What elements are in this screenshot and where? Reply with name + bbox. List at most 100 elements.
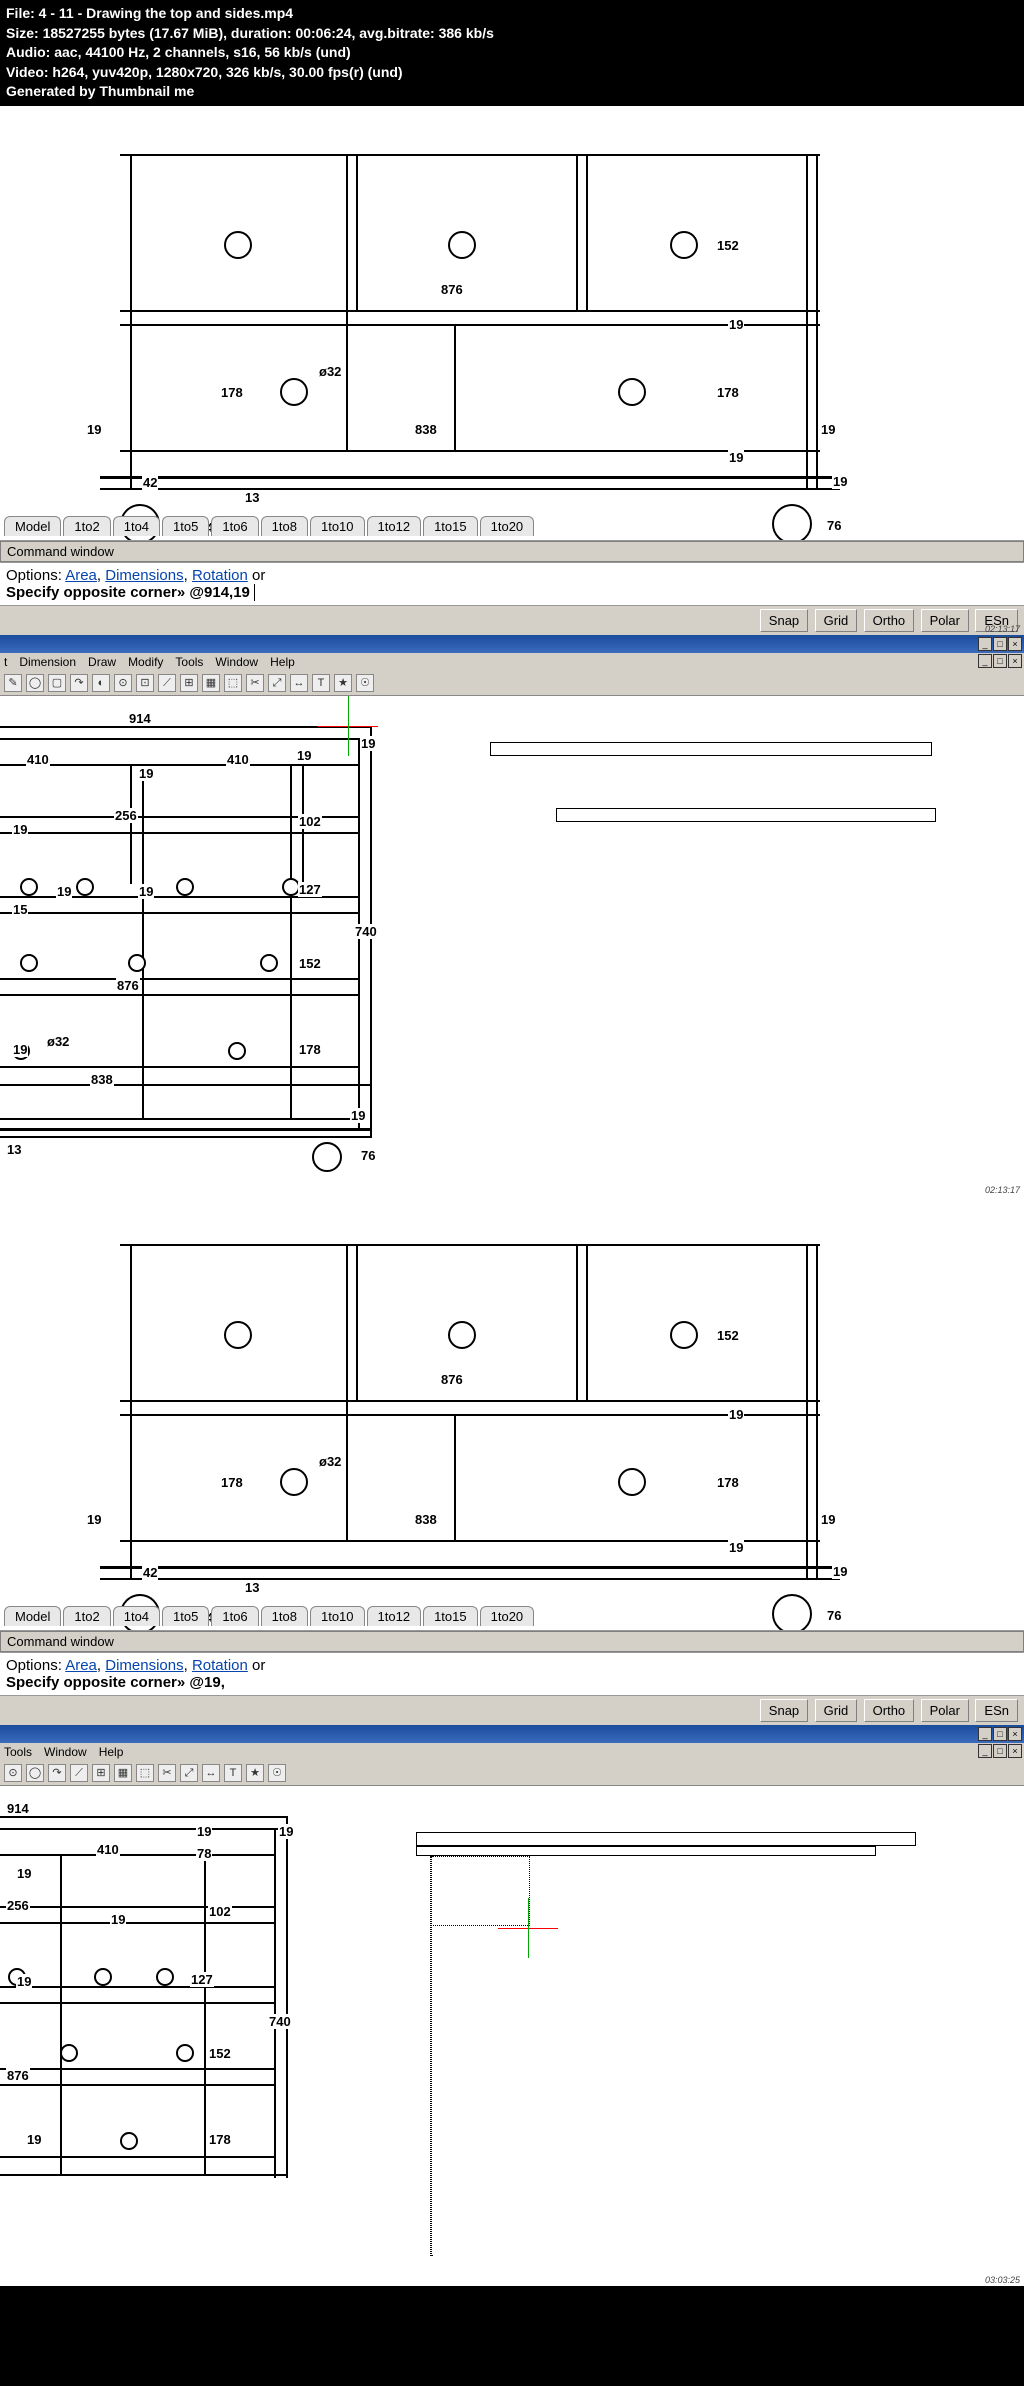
tab-1to6[interactable]: 1to6 [211,1606,258,1626]
tool-icon[interactable]: ⊞ [180,674,198,692]
drawing-canvas-1[interactable]: 152 876 178 178 ø32 838 19 19 19 19 19 4… [0,106,1024,540]
dim-label: 914 [6,1801,30,1816]
tool-icon[interactable]: ▦ [202,674,220,692]
maximize-icon[interactable]: □ [993,637,1007,651]
tool-icon[interactable]: ⤢ [268,674,286,692]
drawing-canvas-4[interactable]: 914 410 78 19 19 19 256 19 102 19 127 15… [0,1786,1024,2286]
tool-icon[interactable]: ⊞ [92,1764,110,1782]
menu-item[interactable]: t [4,655,7,669]
dim-label: 19 [728,450,744,465]
menu-window[interactable]: Window [44,1745,87,1759]
minimize-icon[interactable]: _ [978,637,992,651]
tool-icon[interactable]: ★ [246,1764,264,1782]
tool-icon[interactable]: ▦ [114,1764,132,1782]
polar-toggle[interactable]: Polar [921,609,969,632]
tool-icon[interactable]: ↔ [290,674,308,692]
tool-icon[interactable]: T [224,1764,242,1782]
tool-icon[interactable]: ✎ [4,674,22,692]
menu-dimension[interactable]: Dimension [19,655,76,669]
command-input[interactable]: Specify opposite corner» @914,19 [6,584,1018,601]
tool-icon[interactable]: ★ [334,674,352,692]
tool-icon[interactable]: ✂ [246,674,264,692]
tab-1to8[interactable]: 1to8 [261,1606,308,1626]
tab-1to5[interactable]: 1to5 [162,516,209,536]
tab-1to20[interactable]: 1to20 [480,516,535,536]
polar-toggle[interactable]: Polar [921,1699,969,1722]
tab-1to20[interactable]: 1to20 [480,1606,535,1626]
doc-restore-icon[interactable]: □ [993,1744,1007,1758]
dim-label: 76 [826,518,842,533]
tab-1to6[interactable]: 1to6 [211,516,258,536]
ortho-toggle[interactable]: Ortho [864,1699,915,1722]
command-input[interactable]: Specify opposite corner» @19, [6,1674,1018,1691]
drawing-canvas-2[interactable]: 914 19 19 410 410 19 256 19 102 19 15 19… [0,696,1024,1196]
menu-help[interactable]: Help [99,1745,124,1759]
tool-icon[interactable]: ⤢ [180,1764,198,1782]
option-dimensions[interactable]: Dimensions [105,567,183,584]
tool-icon[interactable]: ⟋ [70,1764,88,1782]
minimize-icon[interactable]: _ [978,1727,992,1741]
tool-icon[interactable]: ✂ [158,1764,176,1782]
option-rotation[interactable]: Rotation [192,567,248,584]
ortho-toggle[interactable]: Ortho [864,609,915,632]
tab-1to2[interactable]: 1to2 [63,1606,110,1626]
menu-window[interactable]: Window [215,655,258,669]
menu-help[interactable]: Help [270,655,295,669]
doc-minimize-icon[interactable]: _ [978,1744,992,1758]
tab-model[interactable]: Model [4,516,61,536]
tool-icon[interactable]: ⊡ [136,674,154,692]
tab-model[interactable]: Model [4,1606,61,1626]
option-rotation[interactable]: Rotation [192,1657,248,1674]
tab-1to10[interactable]: 1to10 [310,516,365,536]
menu-modify[interactable]: Modify [128,655,163,669]
tool-icon[interactable]: ⊙ [114,674,132,692]
tab-1to12[interactable]: 1to12 [367,1606,422,1626]
dim-label: 19 [110,1912,126,1927]
doc-restore-icon[interactable]: □ [993,654,1007,668]
option-area[interactable]: Area [65,567,97,584]
doc-close-icon[interactable]: × [1008,654,1022,668]
tool-icon[interactable]: ⬚ [224,674,242,692]
tool-icon[interactable]: ☉ [356,674,374,692]
tab-1to2[interactable]: 1to2 [63,516,110,536]
tool-icon[interactable]: ⬚ [136,1764,154,1782]
menu-draw[interactable]: Draw [88,655,116,669]
doc-minimize-icon[interactable]: _ [978,654,992,668]
option-area[interactable]: Area [65,1657,97,1674]
close-icon[interactable]: × [1008,637,1022,651]
dim-label: 19 [16,1974,32,1989]
tab-1to4[interactable]: 1to4 [113,516,160,536]
grid-toggle[interactable]: Grid [815,1699,858,1722]
snap-toggle[interactable]: Snap [760,609,808,632]
dim-label: 19 [86,422,102,437]
maximize-icon[interactable]: □ [993,1727,1007,1741]
option-dimensions[interactable]: Dimensions [105,1657,183,1674]
close-icon[interactable]: × [1008,1727,1022,1741]
doc-close-icon[interactable]: × [1008,1744,1022,1758]
tool-icon[interactable]: ◯ [26,674,44,692]
tool-icon[interactable]: ◐ [92,674,110,692]
tab-1to10[interactable]: 1to10 [310,1606,365,1626]
tool-icon[interactable]: ↷ [48,1764,66,1782]
menu-tools[interactable]: Tools [175,655,203,669]
tool-icon[interactable]: ⊙ [4,1764,22,1782]
tool-icon[interactable]: ▢ [48,674,66,692]
menu-tools[interactable]: Tools [4,1745,32,1759]
tab-1to5[interactable]: 1to5 [162,1606,209,1626]
tool-icon[interactable]: T [312,674,330,692]
snap-toggle[interactable]: Snap [760,1699,808,1722]
tab-1to15[interactable]: 1to15 [423,516,478,536]
drawing-canvas-3[interactable]: 152 876 178 178 ø32 838 19 19 19 19 19 4… [0,1196,1024,1630]
tab-1to12[interactable]: 1to12 [367,516,422,536]
tab-1to15[interactable]: 1to15 [423,1606,478,1626]
tool-icon[interactable]: ↷ [70,674,88,692]
tab-1to4[interactable]: 1to4 [113,1606,160,1626]
dim-label: 19 [350,1108,366,1123]
esnap-toggle[interactable]: ESn [975,1699,1018,1722]
grid-toggle[interactable]: Grid [815,609,858,632]
tool-icon[interactable]: ↔ [202,1764,220,1782]
tool-icon[interactable]: ◯ [26,1764,44,1782]
tool-icon[interactable]: ☉ [268,1764,286,1782]
tab-1to8[interactable]: 1to8 [261,516,308,536]
tool-icon[interactable]: ⟋ [158,674,176,692]
